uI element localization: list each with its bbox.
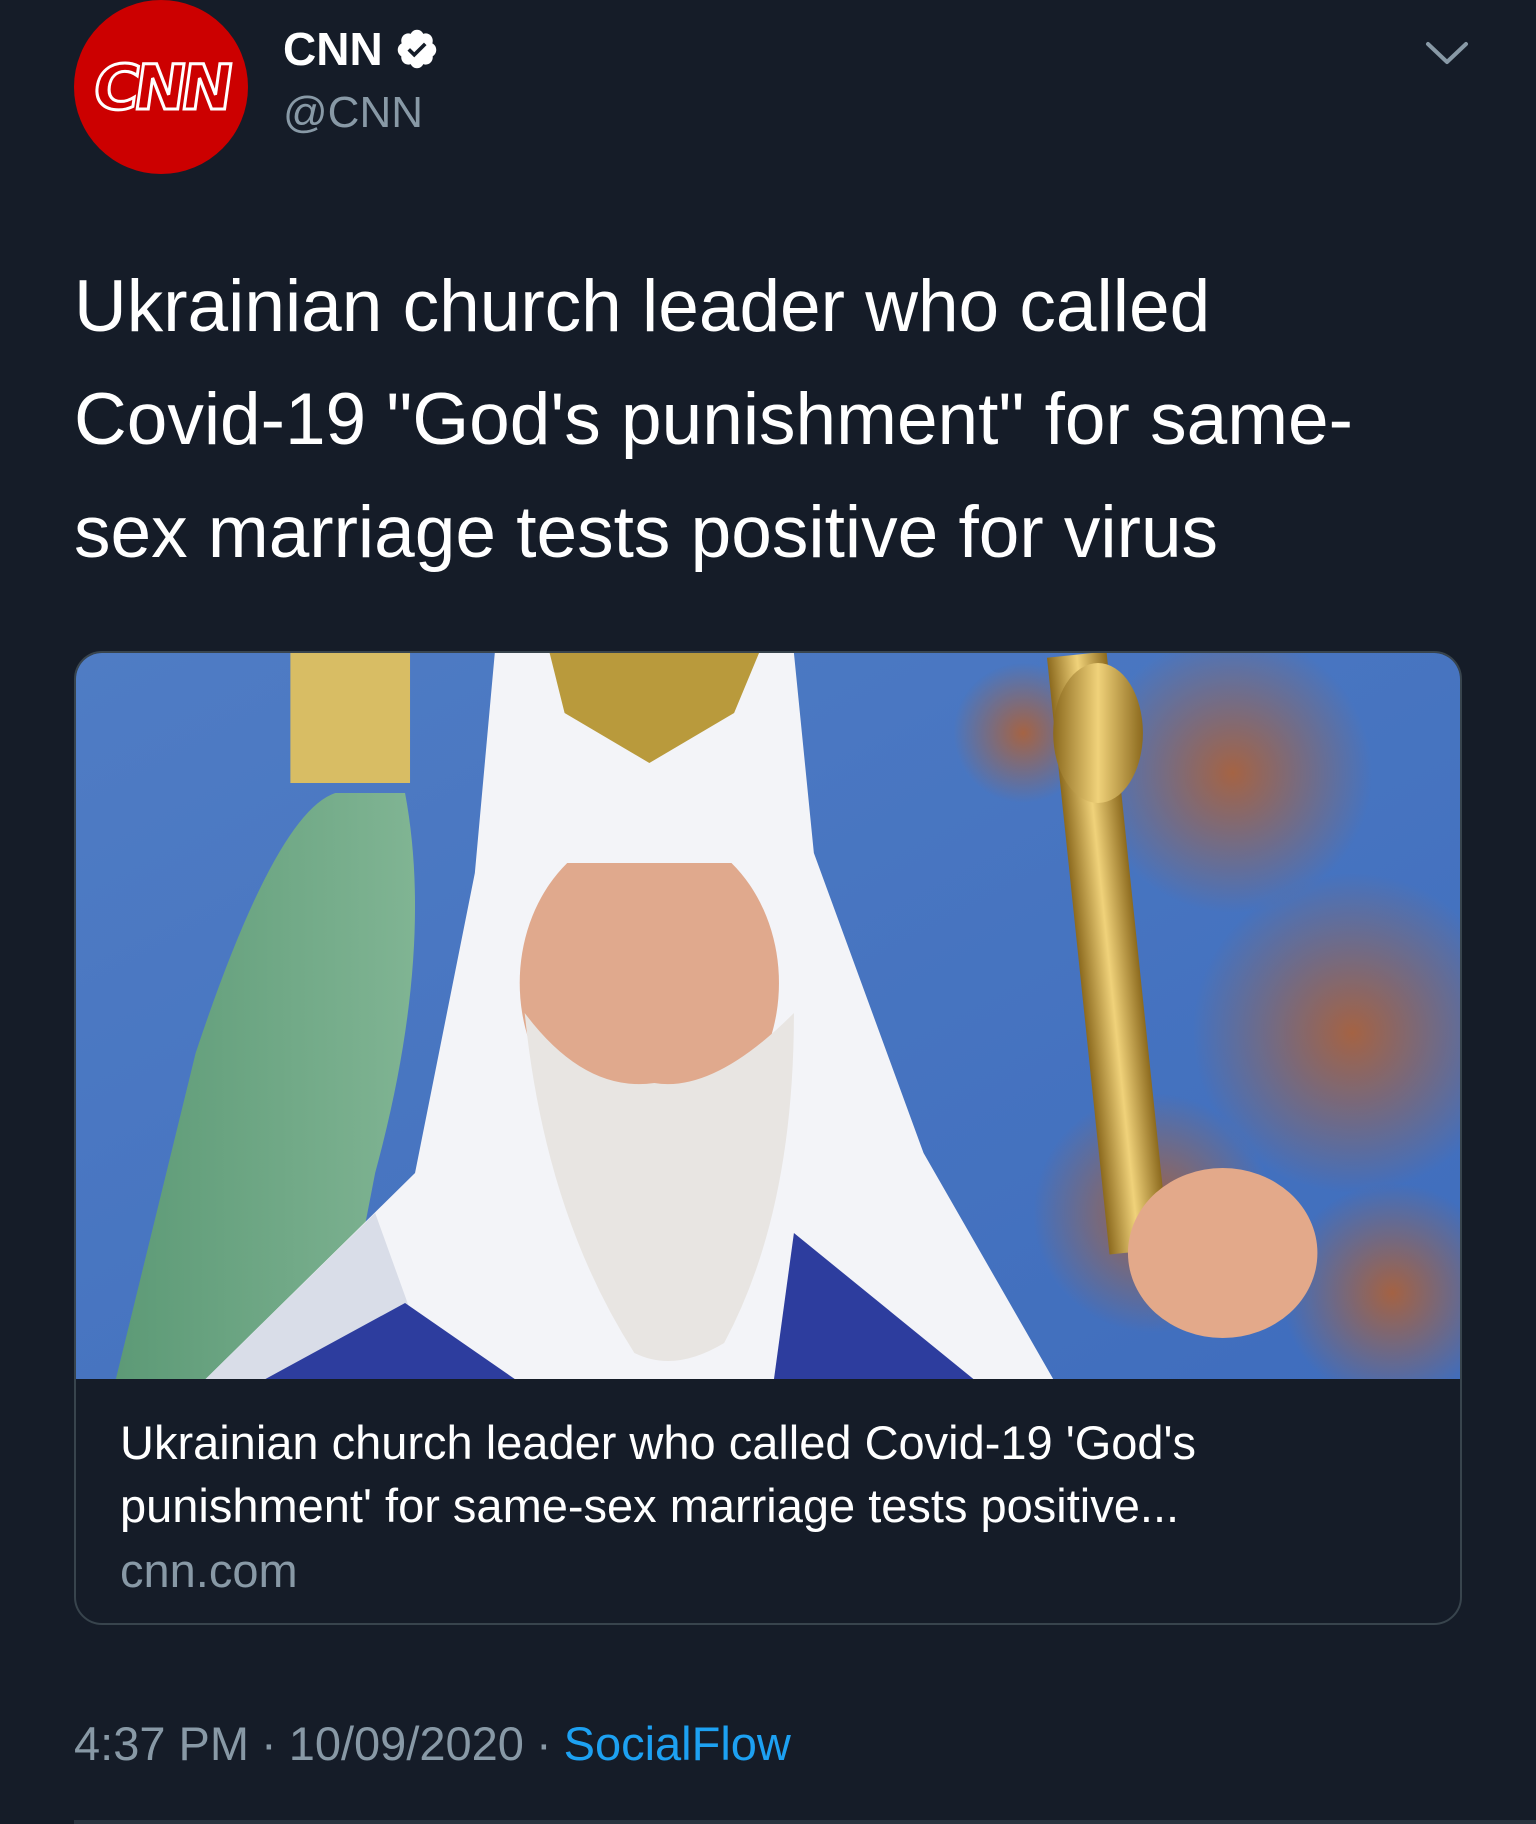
display-name[interactable]: CNN <box>283 22 383 76</box>
card-image <box>76 653 1460 1379</box>
meta-separator: · <box>261 1717 277 1770</box>
cnn-logo: CNN <box>87 49 235 125</box>
link-card[interactable]: Ukrainian church leader who called Covid… <box>74 651 1462 1625</box>
avatar[interactable]: CNN <box>74 0 248 174</box>
author-handle[interactable]: @CNN <box>283 88 423 138</box>
chevron-down-icon[interactable] <box>1424 34 1470 70</box>
source-link[interactable]: SocialFlow <box>564 1716 791 1771</box>
tweet-text: Ukrainian church leader who called Covid… <box>74 266 1353 573</box>
card-domain: cnn.com <box>120 1544 298 1597</box>
author-name-row[interactable]: CNN <box>283 22 439 76</box>
tweet-meta: 4:37 PM · 10/09/2020 · SocialFlow <box>74 1716 791 1771</box>
card-title: Ukrainian church leader who called Covid… <box>120 1416 1196 1532</box>
tweet-time[interactable]: 4:37 PM <box>74 1716 249 1771</box>
verified-badge-icon <box>397 29 436 69</box>
divider <box>74 1820 1536 1824</box>
meta-separator: · <box>535 1717 552 1770</box>
tweet-date[interactable]: 10/09/2020 <box>289 1716 524 1771</box>
